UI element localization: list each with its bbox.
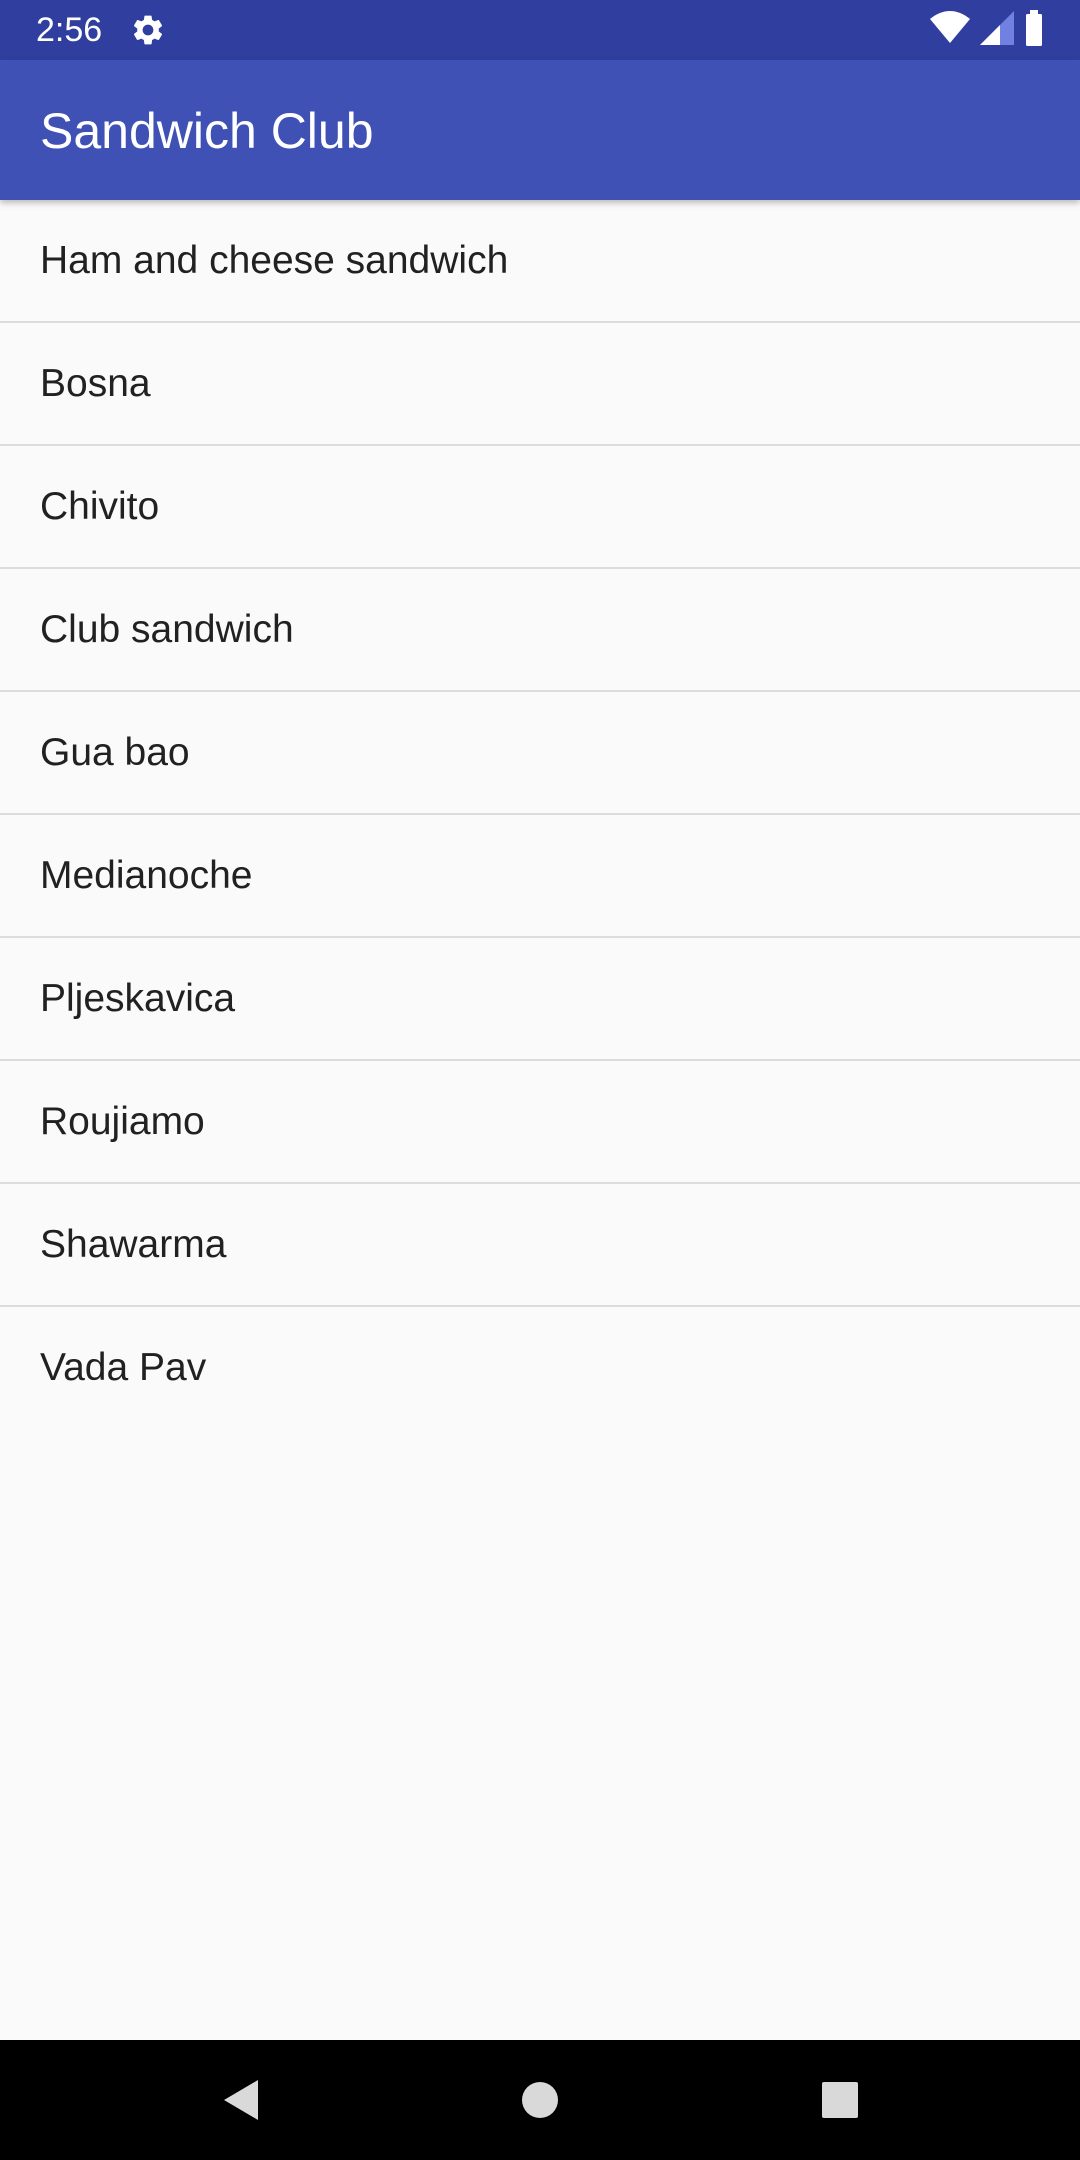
list-item-label: Gua bao (40, 731, 190, 774)
wifi-icon (930, 10, 970, 50)
app-bar: Sandwich Club (0, 60, 1080, 200)
list-item-label: Chivito (40, 485, 160, 528)
back-triangle-icon[interactable] (210, 2070, 270, 2130)
list-item-label: Ham and cheese sandwich (40, 239, 509, 282)
screen: 2:56 Sandwich Club Ham and cheese sandwi… (0, 0, 1080, 2160)
list-item[interactable]: Roujiamo (0, 1061, 1080, 1184)
list-item-label: Medianoche (40, 854, 253, 897)
list-item[interactable]: Pljeskavica (0, 938, 1080, 1061)
status-icons (930, 9, 1044, 51)
cell-signal-icon (980, 10, 1014, 50)
status-time: 2:56 (36, 11, 103, 49)
list-item-label: Club sandwich (40, 608, 294, 651)
app-title: Sandwich Club (40, 103, 374, 159)
home-circle-icon[interactable] (510, 2070, 570, 2130)
status-bar: 2:56 (0, 0, 1080, 60)
list-item-label: Shawarma (40, 1223, 227, 1266)
list-item-label: Bosna (40, 362, 151, 405)
list-item[interactable]: Bosna (0, 323, 1080, 446)
recents-square-icon[interactable] (810, 2070, 870, 2130)
list-item[interactable]: Medianoche (0, 815, 1080, 938)
list-item[interactable]: Shawarma (0, 1184, 1080, 1307)
list-item[interactable]: Gua bao (0, 692, 1080, 815)
sandwich-list: Ham and cheese sandwich Bosna Chivito Cl… (0, 200, 1080, 1428)
gear-icon (130, 12, 166, 48)
list-item-label: Roujiamo (40, 1100, 205, 1143)
list-item-label: Vada Pav (40, 1346, 207, 1389)
list-item[interactable]: Ham and cheese sandwich (0, 200, 1080, 323)
list-item[interactable]: Vada Pav (0, 1307, 1080, 1428)
navigation-bar (0, 2040, 1080, 2160)
list-item[interactable]: Chivito (0, 446, 1080, 569)
list-item-label: Pljeskavica (40, 977, 236, 1020)
list-item[interactable]: Club sandwich (0, 569, 1080, 692)
battery-icon (1024, 9, 1044, 51)
